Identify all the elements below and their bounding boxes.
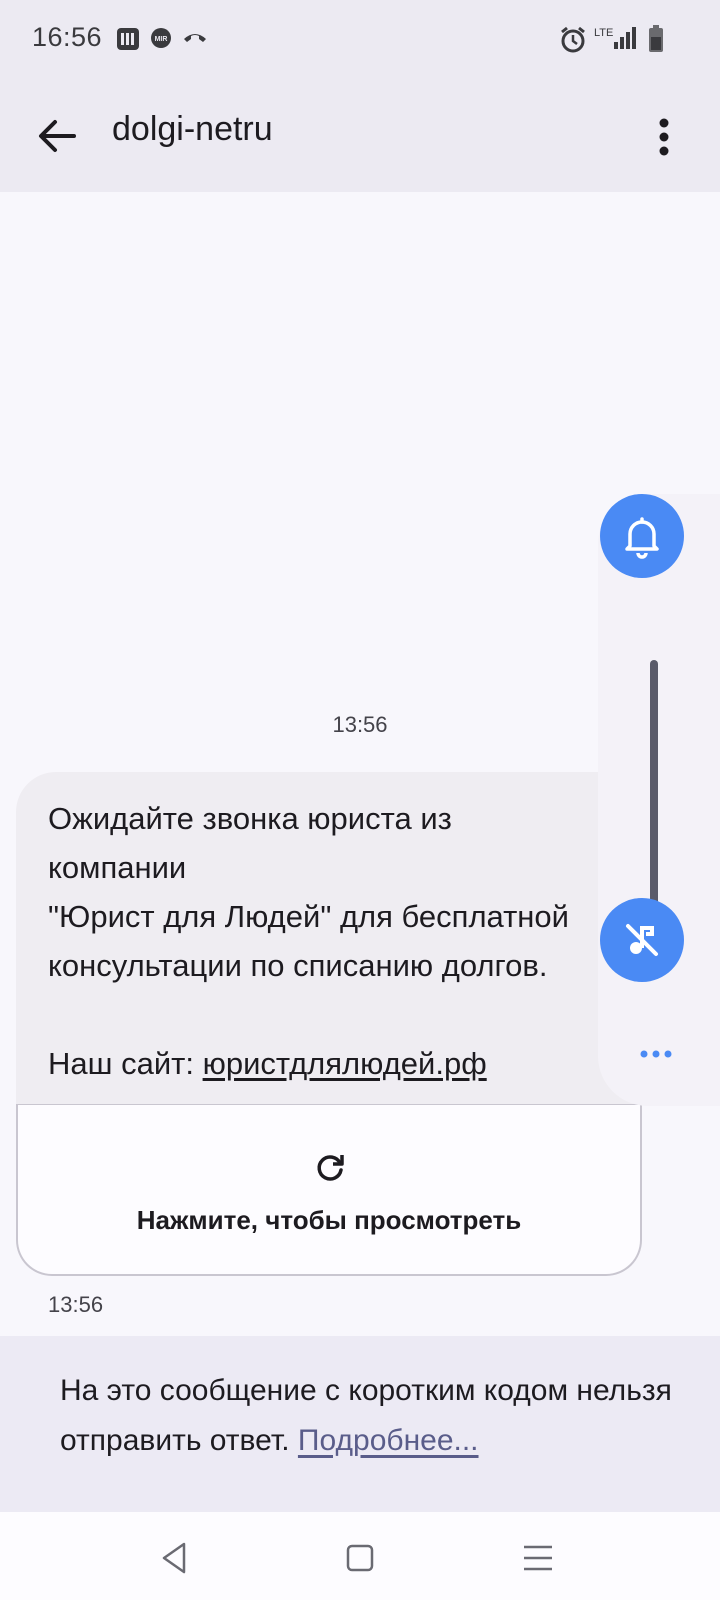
nav-recents-icon bbox=[524, 1545, 552, 1571]
preview-label: Нажмите, чтобы просмотреть bbox=[136, 1205, 522, 1235]
missed-call-icon bbox=[182, 27, 208, 54]
volume-panel bbox=[598, 494, 720, 1106]
info-text: На это сообщение с коротким кодом нельзя… bbox=[60, 1366, 680, 1466]
more-options-button[interactable] bbox=[640, 108, 688, 164]
wallet-icon bbox=[116, 27, 140, 56]
arrow-back-icon bbox=[39, 120, 76, 152]
status-bar: 16:56 MIR LTE bbox=[0, 0, 720, 80]
nav-back-icon bbox=[162, 1542, 186, 1574]
nav-recents-button[interactable] bbox=[516, 1536, 560, 1580]
media-volume-button[interactable] bbox=[600, 898, 684, 982]
alarm-icon bbox=[558, 25, 588, 60]
message-link[interactable]: юристдлялюдей.рф bbox=[203, 1046, 487, 1081]
learn-more-link[interactable]: Подробнее... bbox=[298, 1424, 479, 1457]
message-text: Ожидайте звонка юриста из компании "Юрис… bbox=[48, 794, 648, 1088]
more-horiz-icon bbox=[640, 1050, 672, 1058]
mir-icon: MIR bbox=[150, 27, 172, 54]
svg-text:MIR: MIR bbox=[155, 36, 168, 43]
music-off-icon bbox=[626, 924, 658, 956]
volume-settings-button[interactable] bbox=[636, 1044, 676, 1064]
status-time: 16:56 bbox=[32, 22, 103, 52]
back-button[interactable] bbox=[28, 108, 84, 164]
navigation-bar bbox=[0, 1512, 720, 1600]
ringer-mode-button[interactable] bbox=[600, 494, 684, 578]
conversation-title: dolgi-netru bbox=[112, 110, 273, 148]
lte-signal-icon: LTE bbox=[594, 24, 640, 57]
message-time: 13:56 bbox=[48, 1292, 104, 1317]
nav-home-icon bbox=[346, 1544, 374, 1572]
reply-unavailable-banner: На это сообщение с коротким кодом нельзя… bbox=[0, 1336, 720, 1512]
message-bubble[interactable]: Ожидайте звонка юриста из компании "Юрис… bbox=[16, 772, 644, 1105]
lte-label: LTE bbox=[594, 27, 613, 39]
nav-home-button[interactable] bbox=[338, 1536, 382, 1580]
more-vert-icon bbox=[659, 118, 669, 156]
battery-icon bbox=[648, 25, 664, 58]
volume-slider-track[interactable] bbox=[650, 660, 658, 920]
nav-back-button[interactable] bbox=[152, 1536, 196, 1580]
bell-icon bbox=[625, 517, 659, 559]
refresh-icon bbox=[317, 1155, 344, 1181]
app-bar: dolgi-netru bbox=[0, 80, 720, 192]
link-preview-card[interactable]: Нажмите, чтобы просмотреть bbox=[16, 1104, 642, 1276]
message-body: Ожидайте звонка юриста из компании "Юрис… bbox=[48, 801, 569, 1081]
